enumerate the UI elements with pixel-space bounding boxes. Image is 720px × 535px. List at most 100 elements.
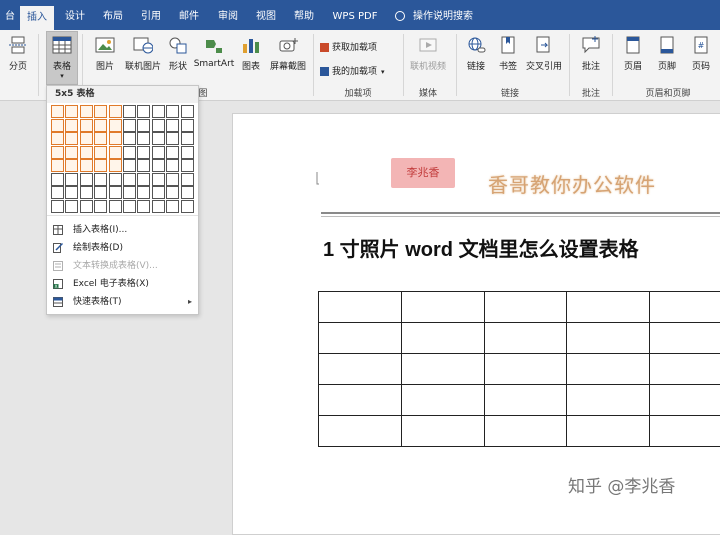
picture-button[interactable]: 图片 xyxy=(90,32,120,72)
table-cell[interactable] xyxy=(567,323,650,354)
grid-cell[interactable] xyxy=(109,146,122,159)
chart-button[interactable]: 图表 xyxy=(237,32,265,72)
grid-cell[interactable] xyxy=(166,119,179,132)
grid-cell[interactable] xyxy=(137,200,150,213)
quick-tables-item[interactable]: 快速表格(T) ▸ xyxy=(47,293,198,311)
grid-cell[interactable] xyxy=(109,132,122,145)
grid-cell[interactable] xyxy=(51,105,64,118)
grid-cell[interactable] xyxy=(51,146,64,159)
table-cell[interactable] xyxy=(319,292,402,323)
table-cell[interactable] xyxy=(401,354,484,385)
grid-cell[interactable] xyxy=(51,159,64,172)
grid-cell[interactable] xyxy=(109,159,122,172)
grid-cell[interactable] xyxy=(80,173,93,186)
excel-spreadsheet-item[interactable]: X Excel 电子表格(X) xyxy=(47,275,198,293)
grid-cell[interactable] xyxy=(137,186,150,199)
tab-mailings[interactable]: 邮件 xyxy=(174,0,204,30)
grid-cell[interactable] xyxy=(166,105,179,118)
grid-cell[interactable] xyxy=(152,119,165,132)
grid-cell[interactable] xyxy=(123,173,136,186)
grid-cell[interactable] xyxy=(137,119,150,132)
get-addins-button[interactable]: 获取加载项 xyxy=(320,40,377,53)
grid-cell[interactable] xyxy=(109,200,122,213)
table-cell[interactable] xyxy=(401,323,484,354)
smartart-button[interactable]: SmartArt xyxy=(193,32,235,69)
grid-cell[interactable] xyxy=(181,173,194,186)
table-cell[interactable] xyxy=(650,416,720,447)
grid-cell[interactable] xyxy=(80,200,93,213)
table-cell[interactable] xyxy=(484,385,567,416)
grid-cell[interactable] xyxy=(152,159,165,172)
grid-cell[interactable] xyxy=(123,186,136,199)
cross-reference-button[interactable]: 交叉引用 xyxy=(524,32,564,72)
grid-cell[interactable] xyxy=(51,119,64,132)
grid-cell[interactable] xyxy=(181,105,194,118)
table-cell[interactable] xyxy=(650,323,720,354)
grid-cell[interactable] xyxy=(152,186,165,199)
grid-cell[interactable] xyxy=(80,146,93,159)
header-button[interactable]: 页眉 xyxy=(618,32,648,72)
table-cell[interactable] xyxy=(567,292,650,323)
grid-cell[interactable] xyxy=(181,132,194,145)
grid-cell[interactable] xyxy=(109,105,122,118)
grid-cell[interactable] xyxy=(166,159,179,172)
grid-cell[interactable] xyxy=(80,119,93,132)
grid-cell[interactable] xyxy=(65,132,78,145)
table-cell[interactable] xyxy=(484,292,567,323)
grid-cell[interactable] xyxy=(137,132,150,145)
grid-cell[interactable] xyxy=(94,119,107,132)
grid-cell[interactable] xyxy=(51,186,64,199)
online-picture-button[interactable]: 联机图片 xyxy=(122,32,164,72)
my-addins-button[interactable]: 我的加载项▾ xyxy=(320,64,385,77)
grid-cell[interactable] xyxy=(109,173,122,186)
grid-cell[interactable] xyxy=(94,132,107,145)
grid-cell[interactable] xyxy=(123,132,136,145)
draw-table-item[interactable]: 绘制表格(D) xyxy=(47,239,198,257)
table-cell[interactable] xyxy=(567,385,650,416)
grid-cell[interactable] xyxy=(51,173,64,186)
grid-cell[interactable] xyxy=(181,186,194,199)
grid-cell[interactable] xyxy=(65,173,78,186)
grid-cell[interactable] xyxy=(181,200,194,213)
table-cell[interactable] xyxy=(319,385,402,416)
tab-layout[interactable]: 布局 xyxy=(98,0,128,30)
table-cell[interactable] xyxy=(401,292,484,323)
grid-cell[interactable] xyxy=(109,119,122,132)
table-cell[interactable] xyxy=(484,354,567,385)
tell-me-search[interactable]: 操作说明搜索 xyxy=(395,0,473,30)
grid-cell[interactable] xyxy=(137,105,150,118)
tab-wps-pdf[interactable]: WPS PDF xyxy=(328,0,382,30)
online-video-button[interactable]: 联机视频 xyxy=(407,32,449,72)
grid-cell[interactable] xyxy=(94,200,107,213)
table-cell[interactable] xyxy=(401,416,484,447)
grid-cell[interactable] xyxy=(80,132,93,145)
table-cell[interactable] xyxy=(484,416,567,447)
grid-cell[interactable] xyxy=(94,186,107,199)
grid-cell[interactable] xyxy=(181,146,194,159)
grid-cell[interactable] xyxy=(152,105,165,118)
grid-cell[interactable] xyxy=(152,173,165,186)
screenshot-button[interactable]: 屏幕截图 xyxy=(266,32,310,72)
table-cell[interactable] xyxy=(567,354,650,385)
grid-cell[interactable] xyxy=(123,119,136,132)
grid-cell[interactable] xyxy=(166,173,179,186)
table-cell[interactable] xyxy=(401,385,484,416)
tab-references[interactable]: 引用 xyxy=(136,0,166,30)
grid-cell[interactable] xyxy=(65,146,78,159)
grid-cell[interactable] xyxy=(137,173,150,186)
insert-table-item[interactable]: 插入表格(I)... xyxy=(47,221,198,239)
footer-button[interactable]: 页脚 xyxy=(652,32,682,72)
grid-cell[interactable] xyxy=(137,146,150,159)
table-cell[interactable] xyxy=(484,323,567,354)
grid-cell[interactable] xyxy=(51,132,64,145)
tab-design[interactable]: 设计 xyxy=(60,0,90,30)
link-button[interactable]: 链接 xyxy=(462,32,490,72)
grid-cell[interactable] xyxy=(123,200,136,213)
grid-cell[interactable] xyxy=(94,159,107,172)
grid-cell[interactable] xyxy=(181,119,194,132)
table-cell[interactable] xyxy=(319,323,402,354)
grid-cell[interactable] xyxy=(166,186,179,199)
page-break-button[interactable]: 分页 xyxy=(2,32,34,72)
grid-cell[interactable] xyxy=(181,159,194,172)
grid-cell[interactable] xyxy=(152,146,165,159)
